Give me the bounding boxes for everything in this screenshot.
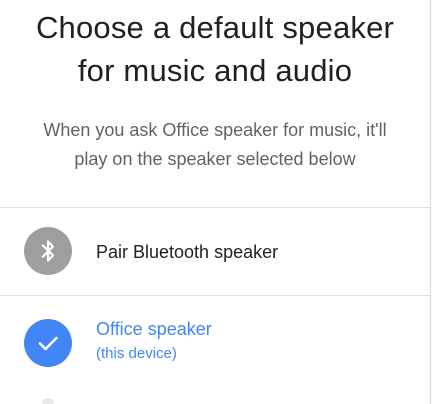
description-text: When you ask Office speaker for music, i… bbox=[20, 116, 410, 174]
pair-bluetooth-label: Pair Bluetooth speaker bbox=[96, 242, 279, 262]
pair-bluetooth-option[interactable]: Pair Bluetooth speaker bbox=[0, 208, 431, 295]
office-speaker-sublabel: (this device) bbox=[96, 345, 177, 362]
page-title-line-1: Choose a default speaker bbox=[35, 10, 395, 45]
office-speaker-name: Office speaker bbox=[96, 319, 212, 339]
description-line-1: When you ask Office speaker for music, i… bbox=[43, 120, 387, 140]
checkmark-icon bbox=[24, 319, 72, 367]
bluetooth-icon bbox=[24, 227, 72, 275]
office-speaker-option[interactable]: Office speaker (this device) bbox=[0, 296, 431, 386]
speaker-chooser-panel: Choose a default speaker for music and a… bbox=[0, 0, 431, 404]
page-title-line-2: for music and audio bbox=[77, 53, 353, 88]
next-option-icon bbox=[42, 398, 54, 404]
description-line-2: play on the speaker selected below bbox=[74, 149, 356, 169]
page-title: Choose a default speaker for music and a… bbox=[0, 6, 430, 92]
